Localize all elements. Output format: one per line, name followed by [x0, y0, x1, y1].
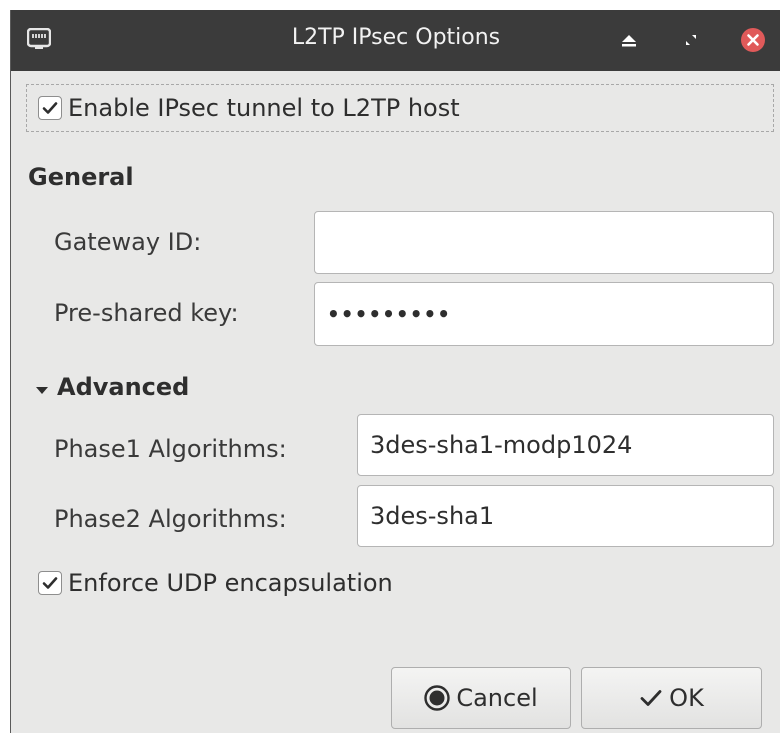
window-title: L2TP IPsec Options	[291, 25, 501, 50]
phase2-algorithms-label: Phase2 Algorithms:	[54, 505, 287, 533]
pre-shared-key-label: Pre-shared key:	[54, 299, 239, 327]
checkmark-icon	[639, 688, 663, 708]
cancel-button[interactable]: Cancel	[391, 667, 571, 729]
dialog-content: Enable IPsec tunnel to L2TP host General…	[11, 71, 780, 733]
shade-up-icon[interactable]	[616, 27, 642, 53]
enable-ipsec-checkbox-row[interactable]: Enable IPsec tunnel to L2TP host	[26, 84, 774, 132]
pre-shared-key-input[interactable]: •••••••••	[314, 282, 774, 346]
advanced-section-title: Advanced	[57, 373, 190, 401]
titlebar[interactable]: L2TP IPsec Options	[11, 10, 780, 71]
checkmark-icon	[42, 577, 58, 589]
enable-ipsec-checkbox[interactable]	[38, 96, 62, 120]
ok-button-label: OK	[669, 684, 704, 712]
l2tp-ipsec-options-dialog: L2TP IPsec Options Enable IPsec tunnel t…	[10, 10, 780, 733]
close-icon[interactable]	[740, 27, 766, 53]
ok-button[interactable]: OK	[581, 667, 762, 729]
advanced-expander[interactable]: Advanced	[35, 373, 189, 401]
phase1-algorithms-input[interactable]: 3des-sha1-modp1024	[357, 414, 774, 476]
cancel-button-label: Cancel	[456, 684, 538, 712]
enforce-udp-checkbox-row[interactable]: Enforce UDP encapsulation	[38, 569, 393, 597]
gateway-id-label: Gateway ID:	[54, 228, 202, 256]
gateway-id-input[interactable]	[314, 211, 774, 274]
general-section-title: General	[28, 163, 134, 191]
enable-ipsec-label: Enable IPsec tunnel to L2TP host	[68, 94, 460, 122]
enforce-udp-checkbox[interactable]	[38, 571, 62, 595]
phase1-algorithms-label: Phase1 Algorithms:	[54, 435, 287, 463]
checkmark-icon	[42, 102, 58, 114]
restore-icon[interactable]	[678, 27, 704, 53]
cancel-icon	[424, 685, 451, 711]
expander-down-icon	[35, 373, 49, 401]
phase2-algorithms-input[interactable]: 3des-sha1	[357, 485, 774, 547]
enforce-udp-label: Enforce UDP encapsulation	[68, 569, 393, 597]
